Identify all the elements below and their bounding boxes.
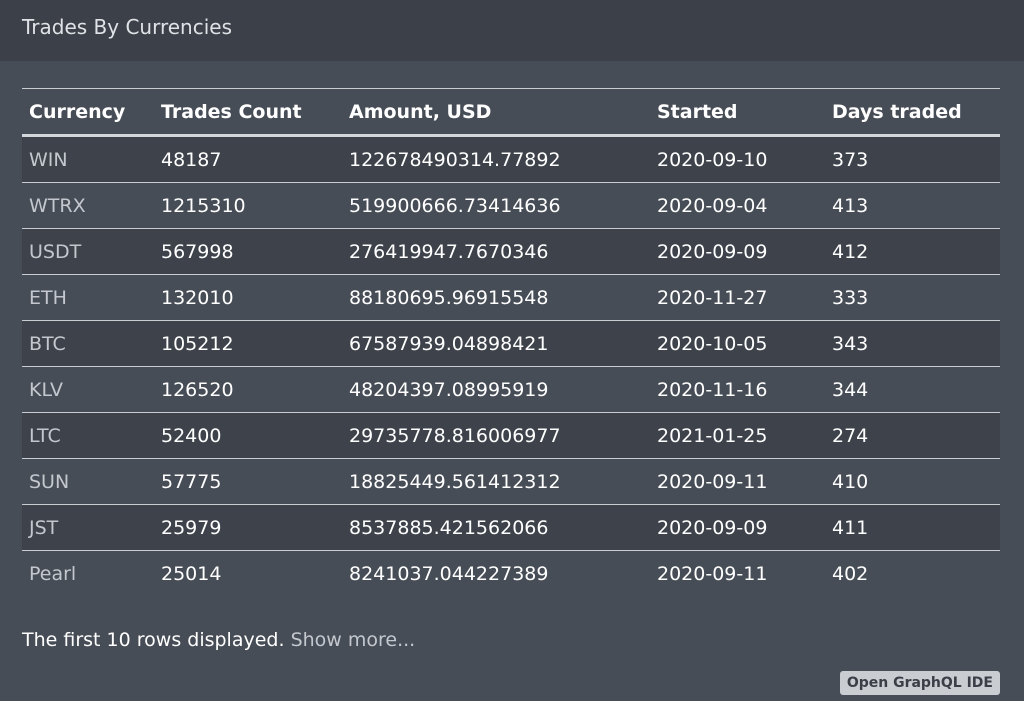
cell-currency: USDT: [22, 228, 154, 275]
cell-trades-count: 132010: [154, 274, 342, 321]
cell-started: 2021-01-25: [650, 412, 825, 459]
cell-currency: KLV: [22, 366, 154, 413]
cell-started: 2020-09-09: [650, 504, 825, 551]
cell-started: 2020-09-09: [650, 228, 825, 275]
cell-amount-usd: 29735778.816006977: [342, 412, 650, 459]
cell-currency: ETH: [22, 274, 154, 321]
column-header-trades-count: Trades Count: [154, 88, 342, 137]
panel-title: Trades By Currencies: [22, 14, 232, 39]
cell-started: 2020-11-27: [650, 274, 825, 321]
cell-amount-usd: 88180695.96915548: [342, 274, 650, 321]
column-header-days-traded: Days traded: [825, 88, 1000, 137]
cell-days-traded: 344: [825, 366, 1000, 413]
cell-amount-usd: 519900666.73414636: [342, 182, 650, 229]
cell-started: 2020-09-10: [650, 135, 825, 183]
cell-started: 2020-09-04: [650, 182, 825, 229]
cell-days-traded: 343: [825, 320, 1000, 367]
cell-days-traded: 373: [825, 135, 1000, 183]
table-header-row: Currency Trades Count Amount, USD Starte…: [22, 88, 1000, 137]
trades-table-container: Currency Trades Count Amount, USD Starte…: [22, 88, 1000, 596]
cell-started: 2020-10-05: [650, 320, 825, 367]
cell-currency: WIN: [22, 135, 154, 183]
table-row: Pearl 25014 8241037.044227389 2020-09-11…: [22, 551, 1000, 597]
cell-trades-count: 126520: [154, 366, 342, 413]
cell-trades-count: 105212: [154, 320, 342, 367]
cell-currency: WTRX: [22, 182, 154, 229]
column-header-started: Started: [650, 88, 825, 137]
cell-trades-count: 48187: [154, 135, 342, 183]
cell-days-traded: 412: [825, 228, 1000, 275]
show-more-link[interactable]: Show more...: [291, 629, 416, 651]
cell-amount-usd: 8241037.044227389: [349, 562, 549, 585]
table-row: JST 25979 8537885.421562066 2020-09-09 4…: [22, 504, 1000, 551]
cell-trades-count: 57775: [154, 458, 342, 505]
table-row: LTC 52400 29735778.816006977 2021-01-25 …: [22, 412, 1000, 459]
cell-amount-usd: 48204397.08995919: [342, 366, 650, 413]
cell-currency: SUN: [22, 458, 154, 505]
cell-amount-usd: 67587939.04898421: [342, 320, 650, 367]
table-row: ETH 132010 88180695.96915548 2020-11-27 …: [22, 274, 1000, 321]
cell-amount-usd: 8537885.421562066: [342, 504, 650, 551]
cell-currency: LTC: [22, 412, 154, 459]
cell-trades-count: 567998: [154, 228, 342, 275]
column-header-currency: Currency: [22, 88, 154, 137]
rows-displayed-text: The first 10 rows displayed.: [22, 629, 285, 651]
table-row: USDT 567998 276419947.7670346 2020-09-09…: [22, 228, 1000, 275]
cell-started: 2020-09-11: [650, 458, 825, 505]
cell-amount-usd: 18825449.561412312: [342, 458, 650, 505]
table-row: BTC 105212 67587939.04898421 2020-10-05 …: [22, 320, 1000, 367]
table-row: WIN 48187 122678490314.77892 2020-09-10 …: [22, 135, 1000, 183]
cell-days-traded: 333: [825, 274, 1000, 321]
cell-trades-count: 25979: [154, 504, 342, 551]
column-header-amount-usd: Amount, USD: [342, 88, 650, 137]
cell-days-traded: 274: [825, 412, 1000, 459]
panel-header: Trades By Currencies: [0, 0, 1024, 61]
cell-amount-usd: 122678490314.77892: [342, 135, 650, 183]
cell-days-traded: 413: [825, 182, 1000, 229]
rows-displayed-note: The first 10 rows displayed. Show more..…: [22, 629, 415, 651]
cell-trades-count: 25014: [161, 562, 222, 585]
cell-amount-usd: 276419947.7670346: [342, 228, 650, 275]
trades-table: Currency Trades Count Amount, USD Starte…: [22, 88, 1000, 596]
cell-days-traded: 411: [825, 504, 1000, 551]
cell-started: 2020-11-16: [650, 366, 825, 413]
cell-trades-count: 52400: [154, 412, 342, 459]
cell-started: 2020-09-11: [657, 562, 768, 585]
table-row: KLV 126520 48204397.08995919 2020-11-16 …: [22, 366, 1000, 413]
open-graphql-ide-button[interactable]: Open GraphQL IDE: [839, 671, 1000, 695]
cell-days-traded: 410: [825, 458, 1000, 505]
table-row: SUN 57775 18825449.561412312 2020-09-11 …: [22, 458, 1000, 505]
cell-currency: BTC: [22, 320, 154, 367]
trades-panel: Trades By Currencies Currency Trades Cou…: [0, 0, 1024, 701]
table-row: WTRX 1215310 519900666.73414636 2020-09-…: [22, 182, 1000, 229]
cell-days-traded: 402: [832, 562, 869, 585]
cell-currency: Pearl: [29, 562, 77, 585]
cell-trades-count: 1215310: [154, 182, 342, 229]
cell-currency: JST: [22, 504, 154, 551]
